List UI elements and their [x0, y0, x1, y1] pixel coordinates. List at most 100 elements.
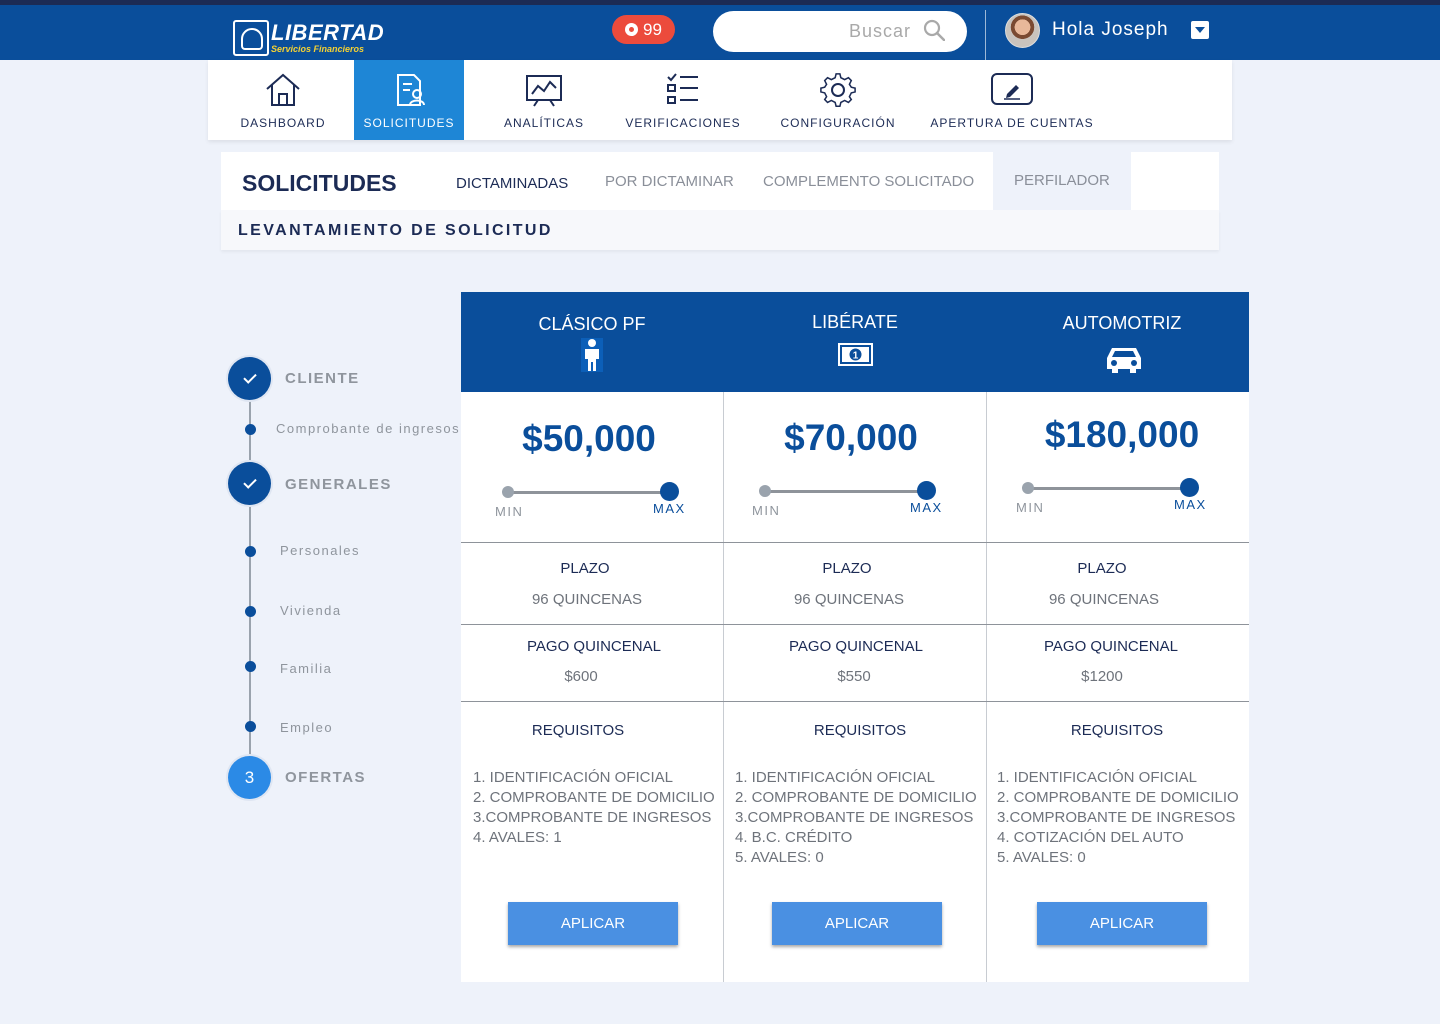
substep-personales[interactable]: Personales [280, 543, 360, 558]
amount-slider-track[interactable] [765, 490, 927, 493]
requisitos-list: 1. IDENTIFICACIÓN OFICIAL 2. COMPROBANTE… [735, 768, 977, 868]
column-divider [986, 392, 987, 982]
person-icon [581, 338, 603, 372]
row-divider [461, 701, 1249, 702]
pago-quincenal-label: PAGO QUINCENAL [789, 638, 923, 655]
nav-item-dashboard[interactable]: DASHBOARD [228, 60, 338, 140]
requisito-item: 3.COMPROBANTE DE INGRESOS [997, 809, 1236, 826]
search-input[interactable] [733, 11, 911, 52]
brand-mark-icon [233, 20, 269, 56]
nav-label: CONFIGURACIÓN [780, 116, 896, 130]
amount-slider-track[interactable] [508, 491, 670, 494]
offer-amount: $50,000 [522, 418, 656, 459]
stepper-line [249, 398, 251, 768]
slider-min-label: MIN [752, 503, 781, 518]
document-user-icon [397, 74, 425, 106]
substep-comprobante-ingresos[interactable]: Comprobante de ingresos [276, 421, 460, 436]
avatar[interactable] [1005, 13, 1040, 48]
requisito-item: 3.COMPROBANTE DE INGRESOS [473, 809, 712, 826]
offer-title: AUTOMOTRIZ [1062, 313, 1182, 333]
section-subheader: LEVANTAMIENTO DE SOLICITUD [221, 210, 1219, 250]
offer-title: LIBÉRATE [812, 312, 898, 332]
slider-max-label: MAX [1174, 497, 1207, 512]
nav-item-analiticas[interactable]: ANALÍTICAS [489, 60, 599, 140]
search-icon[interactable] [923, 19, 945, 41]
tab-dictaminadas[interactable]: DICTAMINADAS [456, 175, 568, 192]
top-bar: LIBERTAD Servicios Financieros 99 Hola J… [0, 0, 1440, 65]
pago-quincenal-value: $1200 [1081, 668, 1123, 685]
pago-quincenal-value: $600 [564, 668, 598, 685]
step-label-cliente[interactable]: CLIENTE [285, 370, 360, 387]
tab-por-dictaminar[interactable]: POR DICTAMINAR [605, 173, 734, 190]
plazo-value: 96 QUINCENAS [793, 591, 905, 608]
column-divider [723, 392, 724, 982]
pago-quincenal-value: $550 [837, 668, 871, 685]
plazo-value: 96 QUINCENAS [1048, 591, 1160, 608]
apply-button[interactable]: APLICAR [1037, 902, 1207, 945]
requisito-item: 2. COMPROBANTE DE DOMICILIO [735, 789, 977, 806]
plazo-label: PLAZO [1077, 560, 1127, 577]
slider-max-handle[interactable] [917, 481, 936, 500]
svg-text:1: 1 [853, 351, 859, 362]
chevron-down-icon[interactable] [1191, 21, 1209, 39]
row-divider [461, 542, 1249, 543]
requisito-item: 2. COMPROBANTE DE DOMICILIO [473, 789, 715, 806]
substep-dot [245, 606, 256, 617]
nav-item-configuracion[interactable]: CONFIGURACIÓN [780, 60, 896, 140]
requisitos-list: 1. IDENTIFICACIÓN OFICIAL 2. COMPROBANTE… [473, 768, 715, 848]
slider-min-handle[interactable] [1022, 482, 1034, 494]
pago-quincenal-label: PAGO QUINCENAL [527, 638, 661, 655]
step-label-generales[interactable]: GENERALES [285, 476, 392, 493]
step-cliente-marker[interactable] [228, 357, 271, 400]
section-tabs-bar: SOLICITUDES DICTAMINADAS POR DICTAMINAR … [221, 152, 1219, 210]
row-divider [461, 624, 1249, 625]
section-subtitle: LEVANTAMIENTO DE SOLICITUD [238, 222, 553, 239]
nav-item-solicitudes[interactable]: SOLICITUDES [354, 60, 464, 140]
slider-min-handle[interactable] [502, 486, 514, 498]
requisito-item: 5. AVALES: 0 [997, 849, 1086, 866]
apply-button[interactable]: APLICAR [508, 902, 678, 945]
check-icon [242, 475, 257, 489]
offer-amount: $70,000 [784, 417, 918, 458]
substep-empleo[interactable]: Empleo [280, 720, 333, 735]
nav-label: DASHBOARD [240, 116, 326, 130]
step-generales-marker[interactable] [228, 462, 271, 505]
car-icon [1107, 348, 1141, 373]
banknote-icon: 1 [838, 343, 873, 366]
apply-button[interactable]: APLICAR [772, 902, 942, 945]
slider-max-handle[interactable] [1180, 478, 1199, 497]
offer-amount: $180,000 [1044, 414, 1200, 455]
substep-familia[interactable]: Familia [280, 661, 332, 676]
step-label-ofertas[interactable]: OFERTAS [285, 769, 366, 786]
plazo-value: 96 QUINCENAS [531, 591, 643, 608]
amount-slider-track[interactable] [1028, 487, 1190, 490]
notifications-count: 99 [643, 19, 662, 39]
substep-dot [245, 661, 256, 672]
tab-perfilador[interactable]: PERFILADOR [993, 152, 1131, 210]
requisitos-label: REQUISITOS [531, 722, 625, 739]
nav-item-apertura-cuentas[interactable]: APERTURA DE CUENTAS [930, 60, 1093, 140]
nav-item-verificaciones[interactable]: VERIFICACIONES [625, 60, 741, 140]
slider-max-handle[interactable] [660, 482, 679, 501]
tab-complemento-solicitado[interactable]: COMPLEMENTO SOLICITADO [763, 173, 974, 190]
nav-label: VERIFICACIONES [625, 116, 741, 130]
user-greeting: Hola Joseph [1052, 19, 1169, 40]
requisito-item: 5. AVALES: 0 [735, 849, 824, 866]
substep-dot [245, 424, 256, 435]
slider-min-label: MIN [1016, 500, 1045, 515]
edit-card-icon [991, 73, 1033, 105]
nav-label: APERTURA DE CUENTAS [930, 116, 1094, 130]
brand-logo[interactable]: LIBERTAD Servicios Financieros [233, 18, 384, 58]
main-nav: DASHBOARD SOLICITUDES ANALÍTICAS VERIFIC… [208, 60, 1232, 140]
substep-vivienda[interactable]: Vivienda [280, 603, 342, 618]
step-ofertas-marker[interactable]: 3 [228, 756, 271, 799]
check-icon [242, 370, 257, 384]
notifications-badge[interactable]: 99 [612, 15, 675, 44]
home-icon [266, 73, 300, 106]
requisito-item: 4. B.C. CRÉDITO [735, 829, 853, 846]
search-box [713, 11, 967, 52]
brand-name: LIBERTAD [271, 20, 385, 45]
slider-max-label: MAX [653, 501, 686, 516]
requisito-item: 4. COTIZACIÓN DEL AUTO [997, 829, 1184, 846]
slider-min-handle[interactable] [759, 485, 771, 497]
